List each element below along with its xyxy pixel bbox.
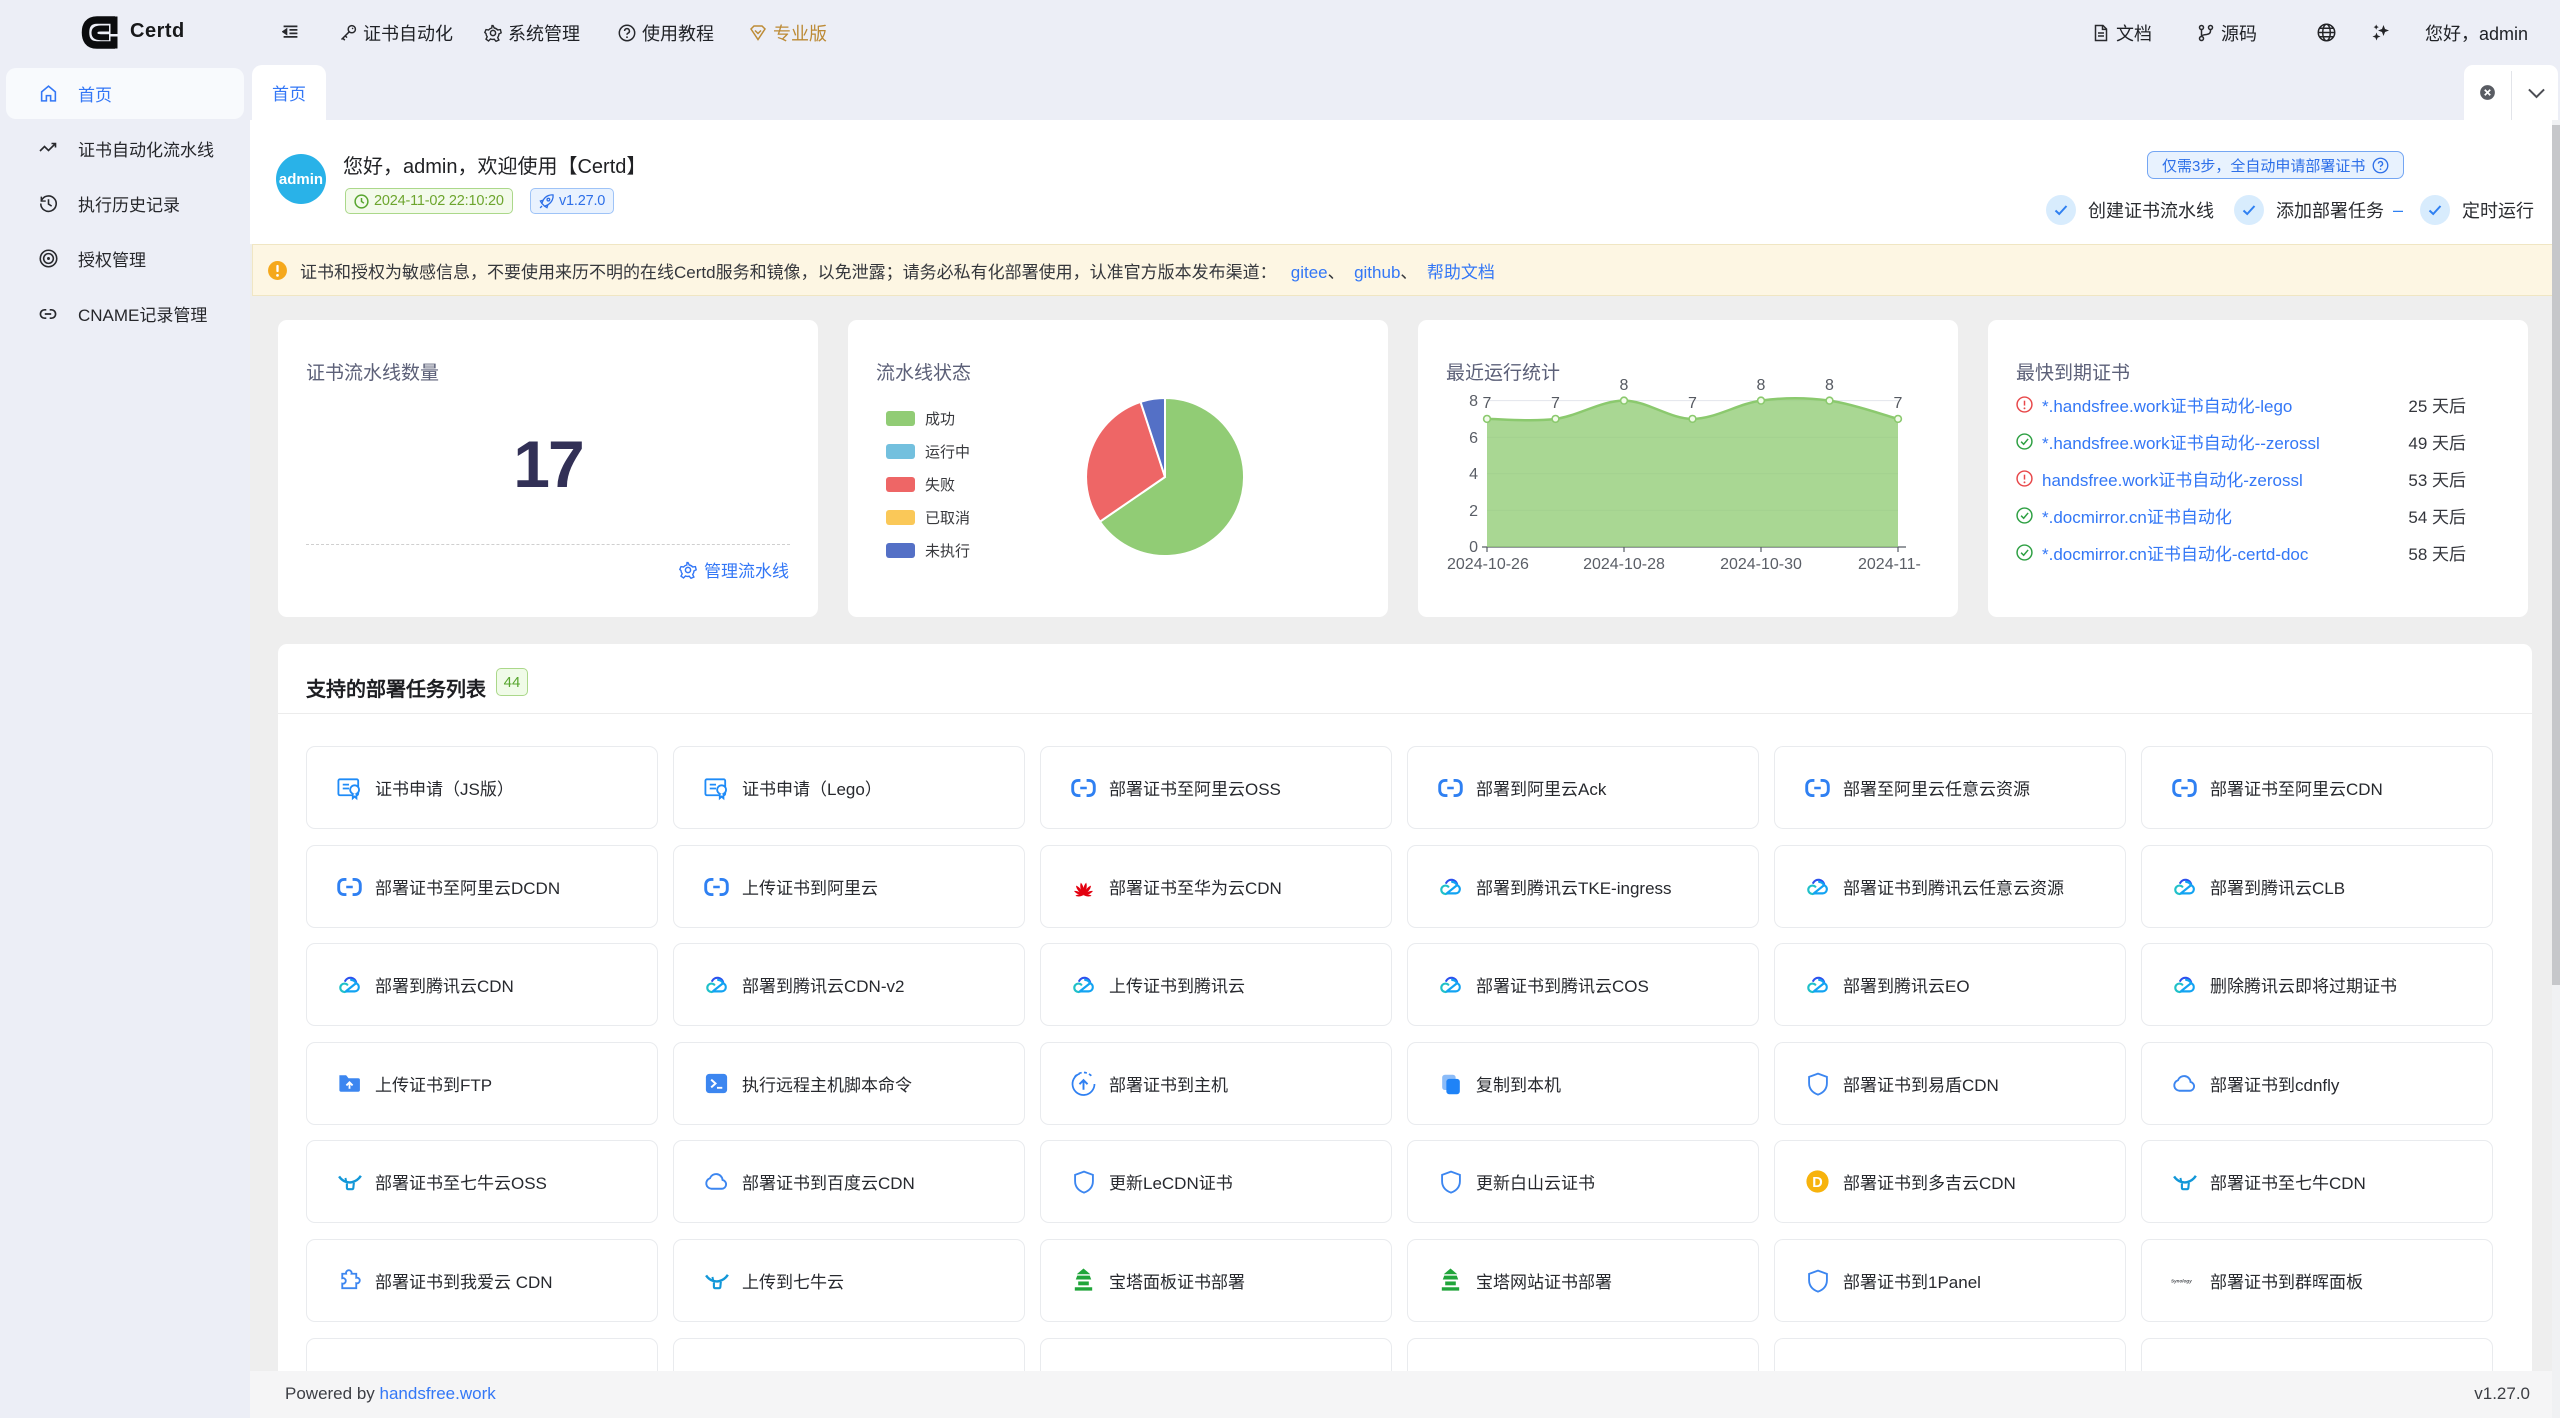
svg-text:7: 7 xyxy=(1894,395,1903,412)
svg-text:2: 2 xyxy=(1469,503,1478,520)
svg-text:6: 6 xyxy=(1469,430,1478,447)
svg-text:7: 7 xyxy=(1483,395,1492,412)
svg-text:7: 7 xyxy=(1551,395,1560,412)
svg-text:2024-10-30: 2024-10-30 xyxy=(1720,556,1802,573)
svg-text:0: 0 xyxy=(1469,539,1478,556)
svg-text:2024-10-28: 2024-10-28 xyxy=(1583,556,1665,573)
svg-text:8: 8 xyxy=(1469,393,1478,410)
svg-text:Synology: Synology xyxy=(2171,1278,2192,1283)
svg-text:4: 4 xyxy=(1469,466,1478,483)
svg-text:8: 8 xyxy=(1825,377,1834,394)
svg-text:8: 8 xyxy=(1620,377,1629,394)
svg-text:7: 7 xyxy=(1688,395,1697,412)
svg-text:D: D xyxy=(1812,1175,1822,1191)
svg-text:8: 8 xyxy=(1757,377,1766,394)
svg-text:2024-10-26: 2024-10-26 xyxy=(1447,556,1529,573)
svg-text:2024-11-: 2024-11- xyxy=(1858,556,1921,573)
